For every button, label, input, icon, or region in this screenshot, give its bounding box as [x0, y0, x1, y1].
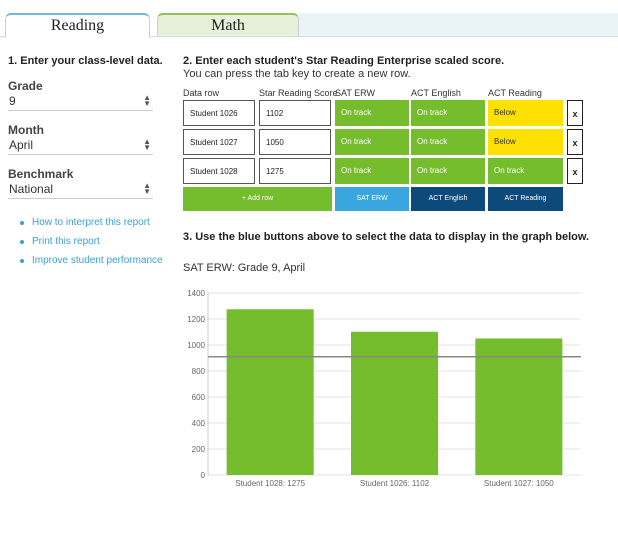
y-tick-label: 0: [201, 471, 206, 480]
bar: [226, 309, 314, 475]
col-act-english: ACT English: [411, 88, 461, 98]
y-tick-label: 400: [192, 419, 206, 428]
act-english-status: On track: [411, 100, 485, 126]
step1-heading: 1. Enter your class-level data.: [8, 55, 163, 67]
y-tick-label: 1000: [187, 341, 205, 350]
x-tick-label: Student 1026: 1102: [360, 479, 430, 488]
link-improve-performance[interactable]: Improve student performance: [20, 255, 168, 266]
benchmark-value: National: [9, 182, 54, 196]
student-panel: 2. Enter each student's Star Reading Ent…: [183, 55, 613, 274]
benchmark-select[interactable]: National ▲ ▼: [8, 181, 153, 199]
sat-status: On track: [335, 158, 409, 184]
month-select[interactable]: April ▲ ▼: [8, 137, 153, 155]
table-header: Data row Star Reading Score SAT ERW ACT …: [183, 86, 613, 100]
link-interpret-report[interactable]: How to interpret this report: [20, 217, 168, 228]
grade-label: Grade: [8, 79, 43, 93]
tab-bar-background: [299, 13, 618, 36]
act-english-status: On track: [411, 158, 485, 184]
act-reading-status: Below: [488, 100, 563, 126]
help-links: How to interpret this report Print this …: [8, 217, 168, 266]
tab-bar: Reading Math: [0, 0, 618, 38]
bar: [350, 331, 439, 475]
tab-math[interactable]: Math: [157, 13, 299, 37]
sat-status: On track: [335, 100, 409, 126]
table-row: Student 1027 1050 On track On track Belo…: [183, 129, 613, 157]
score-input[interactable]: 1102: [259, 100, 331, 126]
y-tick-label: 200: [192, 445, 206, 454]
action-buttons: + Add row SAT ERW ACT English ACT Readin…: [183, 187, 613, 213]
student-name-input[interactable]: Student 1027: [183, 129, 255, 155]
table-row: Student 1026 1102 On track On track Belo…: [183, 100, 613, 128]
col-star-score: Star Reading Score: [259, 88, 338, 98]
month-value: April: [9, 138, 34, 152]
score-input[interactable]: 1050: [259, 129, 331, 155]
col-sat-erw: SAT ERW: [335, 88, 376, 98]
y-tick-label: 1400: [187, 289, 205, 298]
select-arrows-icon: ▲ ▼: [143, 181, 151, 196]
step2-heading: 2. Enter each student's Star Reading Ent…: [183, 55, 505, 67]
link-print-report[interactable]: Print this report: [20, 236, 168, 247]
grade-select[interactable]: 9 ▲ ▼: [8, 93, 153, 111]
step2-hint: You can press the tab key to create a ne…: [183, 68, 411, 80]
tab-reading[interactable]: Reading: [5, 13, 150, 38]
act-reading-status: On track: [488, 158, 563, 184]
y-tick-label: 1200: [187, 315, 205, 324]
class-level-panel: 1. Enter your class-level data. Grade 9 …: [8, 55, 168, 274]
score-input[interactable]: 1275: [259, 158, 331, 184]
act-reading-status: Below: [488, 129, 563, 155]
student-name-input[interactable]: Student 1026: [183, 100, 255, 126]
benchmark-label: Benchmark: [8, 167, 74, 181]
sat-erw-button[interactable]: SAT ERW: [335, 187, 409, 211]
student-name-input[interactable]: Student 1028: [183, 158, 255, 184]
select-arrows-icon: ▲ ▼: [143, 137, 151, 152]
score-bar-chart: 0 200 400 600 800 1000 1200 1400 Student 1028: 1…: [187, 289, 581, 488]
step3-heading: 3. Use the blue buttons above to select …: [183, 231, 590, 243]
remove-row-button[interactable]: x: [567, 158, 583, 184]
y-tick-label: 800: [192, 367, 206, 376]
x-tick-label: Student 1028: 1275: [235, 479, 305, 488]
select-arrows-icon: ▲ ▼: [143, 93, 151, 108]
remove-row-button[interactable]: x: [567, 129, 583, 155]
table-row: Student 1028 1275 On track On track On t…: [183, 158, 613, 186]
month-label: Month: [8, 123, 44, 137]
col-data-row: Data row: [183, 88, 220, 98]
add-row-button[interactable]: + Add row: [183, 187, 332, 211]
y-tick-label: 600: [192, 393, 206, 402]
act-english-status: On track: [411, 129, 485, 155]
sat-status: On track: [335, 129, 409, 155]
remove-row-button[interactable]: x: [567, 100, 583, 126]
col-act-reading: ACT Reading: [488, 88, 542, 98]
act-reading-button[interactable]: ACT Reading: [488, 187, 563, 211]
bar: [475, 338, 563, 475]
x-tick-label: Student 1027: 1050: [484, 479, 554, 488]
act-english-button[interactable]: ACT English: [411, 187, 485, 211]
grade-value: 9: [9, 94, 16, 108]
chart-title: SAT ERW: Grade 9, April: [183, 262, 306, 274]
